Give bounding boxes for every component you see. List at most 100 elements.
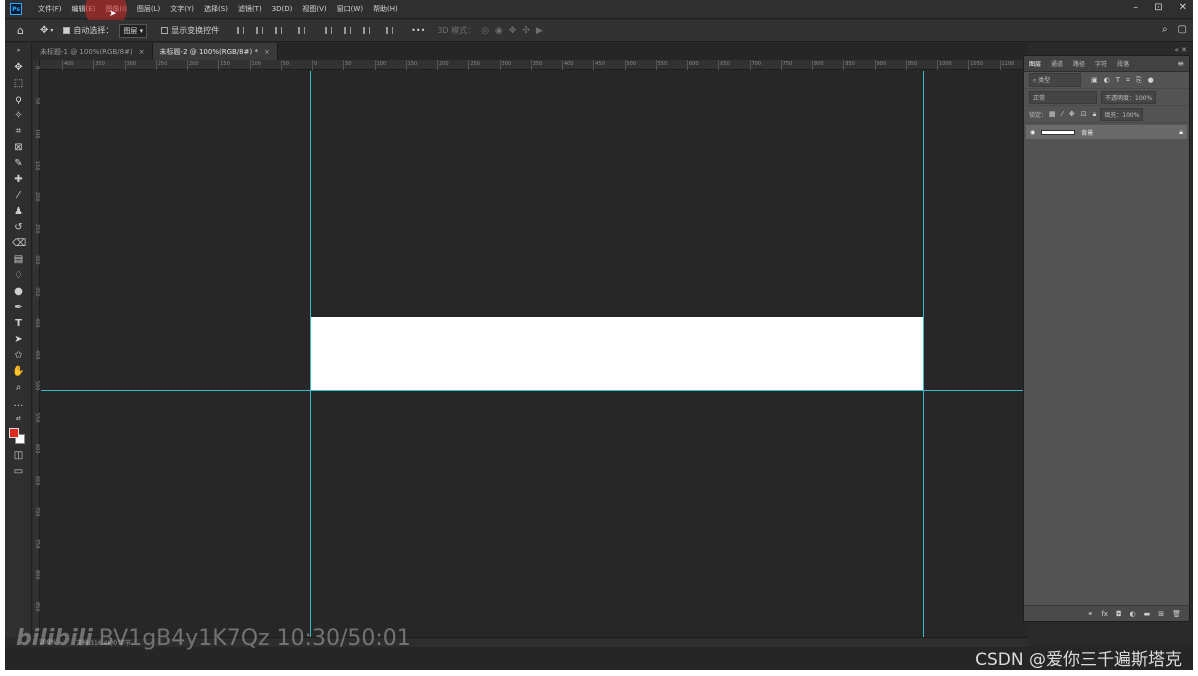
frame-tool-icon[interactable]: ⊠ <box>12 142 25 154</box>
move-tool-icon[interactable]: ✥ <box>12 62 25 74</box>
align-bottom-icon[interactable] <box>363 27 371 34</box>
tab-layers[interactable]: 图层 <box>1024 59 1046 68</box>
add-mask-icon[interactable]: ◘ <box>1116 610 1122 618</box>
pen-tool-icon[interactable]: ✒ <box>12 302 25 314</box>
filter-shape-icon[interactable]: ⌗ <box>1126 76 1130 85</box>
chevron-down-icon[interactable]: ▾ <box>50 27 53 34</box>
menu-window[interactable]: 窗口(W) <box>337 4 363 14</box>
move-tool-icon[interactable]: ✥ <box>40 25 48 36</box>
edit-toolbar-icon[interactable]: … <box>12 398 25 410</box>
filter-adjustment-icon[interactable]: ◐ <box>1104 76 1110 84</box>
menu-edit[interactable]: 编辑(E) <box>72 4 96 14</box>
shape-tool-icon[interactable]: ✩ <box>12 350 25 362</box>
toolbar-collapse-icon[interactable]: » <box>12 45 25 57</box>
menu-3d[interactable]: 3D(D) <box>272 5 293 13</box>
filter-toggle-icon[interactable]: ● <box>1148 76 1154 84</box>
layer-row-background[interactable]: ◉ 背景 🔒︎ <box>1026 125 1187 139</box>
menu-filter[interactable]: 滤镜(T) <box>238 4 262 14</box>
layer-name[interactable]: 背景 <box>1081 128 1093 137</box>
menu-help[interactable]: 帮助(H) <box>373 4 398 14</box>
marquee-tool-icon[interactable]: ⬚ <box>12 78 25 90</box>
align-middle-icon[interactable] <box>344 27 352 34</box>
screen-mode-icon[interactable]: ▭ <box>12 466 25 478</box>
eraser-tool-icon[interactable]: ⌫ <box>12 238 26 250</box>
brush-tool-icon[interactable]: ⁄ <box>12 190 25 202</box>
gradient-tool-icon[interactable]: ▤ <box>12 254 25 266</box>
lock-icon[interactable]: 🔒︎ <box>1179 128 1183 137</box>
hand-tool-icon[interactable]: ✋ <box>12 366 25 378</box>
more-options-button[interactable]: ••• <box>411 26 425 35</box>
auto-select-checkbox[interactable]: 自动选择： <box>63 25 113 36</box>
lock-transparent-icon[interactable]: ▦ <box>1049 110 1056 118</box>
lock-position-icon[interactable]: ✥ <box>1069 110 1075 118</box>
restore-button[interactable]: ⊡ <box>1154 2 1162 13</box>
filter-type-icon[interactable]: T <box>1116 76 1120 84</box>
lasso-tool-icon[interactable]: ϙ <box>12 94 25 106</box>
guide-vertical-left[interactable] <box>310 71 311 637</box>
link-layers-icon[interactable]: ⚭ <box>1087 610 1093 618</box>
auto-select-dropdown[interactable]: 图层 ▾ <box>119 23 148 38</box>
menu-type[interactable]: 文字(Y) <box>170 4 194 14</box>
healing-brush-tool-icon[interactable]: ✚ <box>12 174 25 186</box>
align-right-icon[interactable] <box>275 27 283 34</box>
3d-mode-icons[interactable]: ◎◉✥✣▶ <box>481 26 549 36</box>
eye-icon[interactable]: ◉ <box>1030 129 1035 136</box>
canvas-area[interactable] <box>41 71 1028 637</box>
close-icon[interactable]: × <box>139 48 145 56</box>
opacity-field[interactable]: 不透明度：100% <box>1101 90 1157 104</box>
show-transform-checkbox[interactable]: 显示变换控件 <box>161 25 219 36</box>
vertical-ruler[interactable]: 0 50 100 150 200 250 300 350 400 450 500 550 600 650 7… <box>33 60 40 637</box>
guide-horizontal[interactable] <box>41 390 1028 391</box>
document-canvas[interactable] <box>311 317 924 390</box>
menu-view[interactable]: 视图(V) <box>302 4 326 14</box>
crop-tool-icon[interactable]: ⌗ <box>12 126 25 138</box>
blend-mode-select[interactable]: 正常 <box>1029 90 1097 104</box>
tab-paragraph[interactable]: 段落 <box>1112 59 1134 68</box>
swap-colors-icon[interactable]: ⇄ <box>12 413 25 425</box>
type-tool-icon[interactable]: T <box>12 318 25 330</box>
close-icon[interactable]: × <box>264 48 270 56</box>
minimize-button[interactable]: – <box>1133 2 1138 13</box>
lock-image-icon[interactable]: ⁄ <box>1062 110 1063 118</box>
clone-stamp-tool-icon[interactable]: ♟ <box>12 206 25 218</box>
blur-tool-icon[interactable]: ♢ <box>12 270 25 282</box>
workspace-icon[interactable]: ▢ <box>1178 24 1187 35</box>
align-top-icon[interactable] <box>325 27 333 34</box>
home-icon[interactable]: ⌂ <box>17 24 24 37</box>
magic-wand-tool-icon[interactable]: ✧ <box>12 110 25 122</box>
lock-all-icon[interactable]: 🔒︎ <box>1093 110 1097 119</box>
distribute-icon[interactable] <box>298 27 306 34</box>
tab-channels[interactable]: 通道 <box>1046 59 1068 68</box>
align-left-icon[interactable] <box>237 27 245 34</box>
distribute-vertical-icon[interactable] <box>386 27 394 34</box>
tab-character[interactable]: 字符 <box>1090 59 1112 68</box>
layer-filter-select[interactable]: ⌕ 类型 <box>1029 73 1081 87</box>
tab-document-2[interactable]: 未标题-2 @ 100%(RGB/8#) * × <box>152 43 278 60</box>
guide-vertical-right[interactable] <box>923 71 924 637</box>
lock-artboard-icon[interactable]: ⊡ <box>1081 110 1087 118</box>
fx-icon[interactable]: fx <box>1101 610 1108 618</box>
menu-layer[interactable]: 图层(L) <box>137 4 160 14</box>
menu-file[interactable]: 文件(F) <box>38 4 62 14</box>
panel-menu-icon[interactable]: ≡ <box>1177 59 1184 68</box>
trash-icon[interactable]: 🗑︎ <box>1172 610 1181 618</box>
photoshop-logo[interactable]: Ps <box>10 3 22 15</box>
eyedropper-tool-icon[interactable]: ✎ <box>12 158 25 170</box>
foreground-color-swatch[interactable] <box>9 428 19 438</box>
filter-pixel-icon[interactable]: ▣ <box>1091 76 1098 84</box>
dodge-tool-icon[interactable]: ● <box>12 286 25 298</box>
tab-paths[interactable]: 路径 <box>1068 59 1090 68</box>
new-layer-icon[interactable]: ⊞ <box>1158 610 1164 618</box>
search-icon[interactable]: ⌕ <box>1162 24 1168 35</box>
path-selection-tool-icon[interactable]: ➤ <box>12 334 25 346</box>
tab-document-1[interactable]: 未标题-1 @ 100%(RGB/8#) × <box>33 43 153 60</box>
menu-select[interactable]: 选择(S) <box>204 4 228 14</box>
adjustment-layer-icon[interactable]: ◐ <box>1130 610 1136 618</box>
filter-smart-object-icon[interactable]: ⎘ <box>1136 76 1142 85</box>
quick-mask-icon[interactable]: ◫ <box>12 450 25 462</box>
new-group-icon[interactable]: ▬ <box>1144 610 1151 618</box>
align-center-icon[interactable] <box>256 27 264 34</box>
panel-collapse-icon[interactable]: « ✕ <box>1175 46 1187 54</box>
history-brush-tool-icon[interactable]: ↺ <box>12 222 25 234</box>
close-window-button[interactable]: ✕ <box>1179 2 1187 13</box>
